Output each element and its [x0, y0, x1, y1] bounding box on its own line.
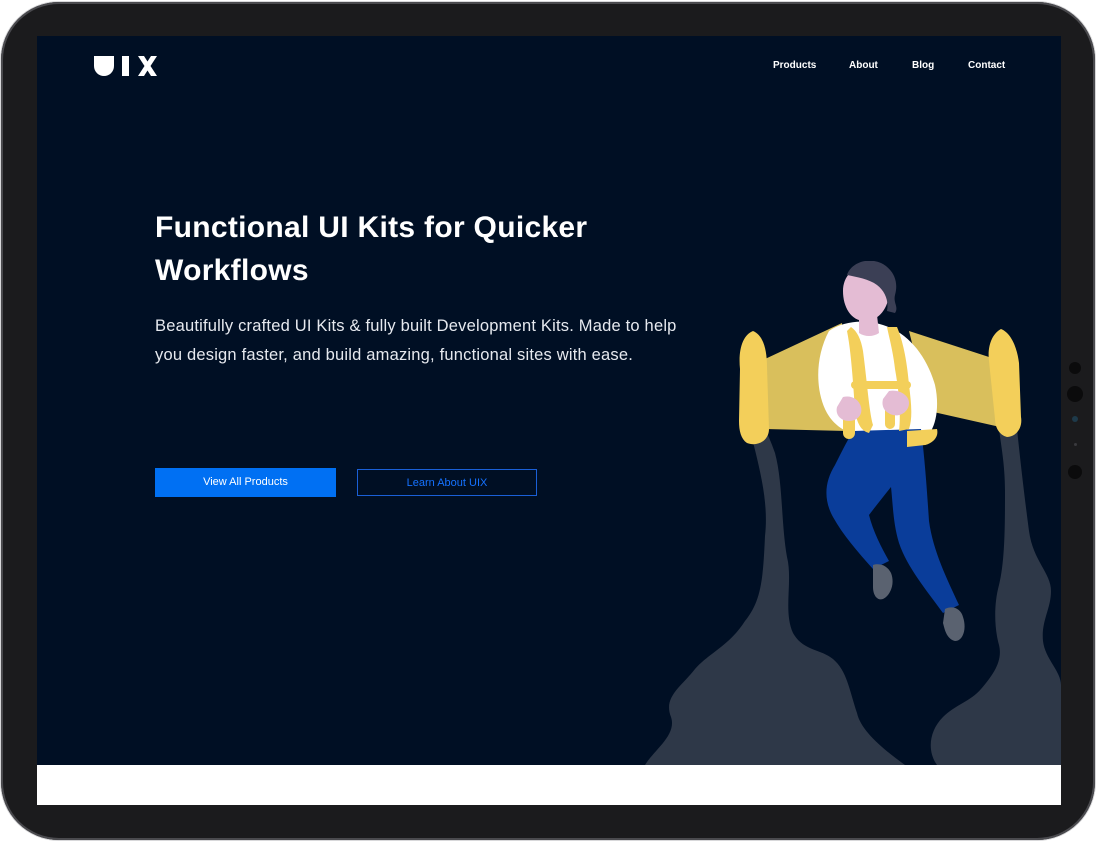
nav-contact[interactable]: Contact	[968, 59, 1005, 73]
microphone-dot	[1074, 443, 1077, 446]
main-nav: Products About Blog Contact	[37, 59, 1061, 75]
nav-products[interactable]: Products	[773, 59, 816, 73]
trousers	[826, 429, 959, 613]
view-all-products-button[interactable]: View All Products	[155, 468, 336, 497]
next-section-edge	[37, 765, 1061, 805]
flash-sensor	[1068, 465, 1082, 479]
jetpack-person-illustration	[637, 260, 1061, 765]
hero-headline: Functional UI Kits for Quicker Workflows	[155, 211, 588, 287]
left-shoe	[873, 564, 893, 600]
camera-sensor	[1069, 362, 1081, 374]
nav-about[interactable]: About	[849, 59, 878, 73]
nav-blog[interactable]: Blog	[912, 59, 934, 73]
right-shoe	[943, 607, 965, 641]
camera-indicator	[1072, 416, 1078, 422]
hero-section: Products About Blog Contact Functional U…	[37, 36, 1061, 765]
screen: Products About Blog Contact Functional U…	[37, 36, 1061, 805]
hero-subtext: Beautifully crafted UI Kits & fully buil…	[155, 317, 677, 364]
learn-about-uix-button[interactable]: Learn About UIX	[357, 469, 537, 496]
camera-lens	[1067, 386, 1083, 402]
